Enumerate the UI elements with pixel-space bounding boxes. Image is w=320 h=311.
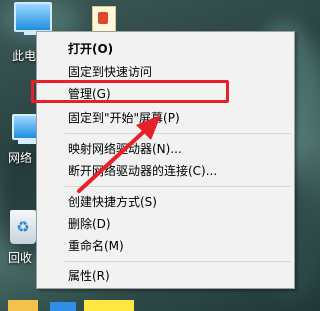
annotation-arrow-icon: [77, 115, 161, 193]
